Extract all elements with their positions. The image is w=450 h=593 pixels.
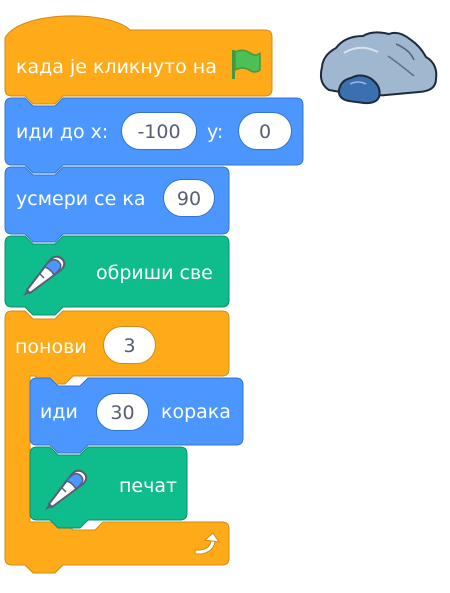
rock-sprite-icon xyxy=(319,31,438,105)
go-to-label: иди до x: xyxy=(16,121,109,143)
scratch-script-area: када је кликнуто на иди до x: -100 y: 0 … xyxy=(0,0,450,593)
x-input[interactable]: -100 xyxy=(121,112,197,150)
erase-all-label: обриши све xyxy=(96,262,213,284)
steps-input[interactable]: 30 xyxy=(96,393,149,431)
repeat-count-input[interactable]: 3 xyxy=(103,326,156,364)
y-input[interactable]: 0 xyxy=(238,112,292,150)
stamp-label: печат xyxy=(119,475,178,497)
direction-input[interactable]: 90 xyxy=(163,179,215,217)
repeat-label: понови xyxy=(15,336,87,358)
move-label: иди xyxy=(40,401,78,423)
when-flag-label: када је кликнуто на xyxy=(16,56,217,78)
point-direction-label: усмери се ка xyxy=(16,188,146,210)
block-shapes xyxy=(4,15,438,574)
steps-suffix-label: корака xyxy=(161,401,231,423)
y-label: y: xyxy=(207,121,224,143)
